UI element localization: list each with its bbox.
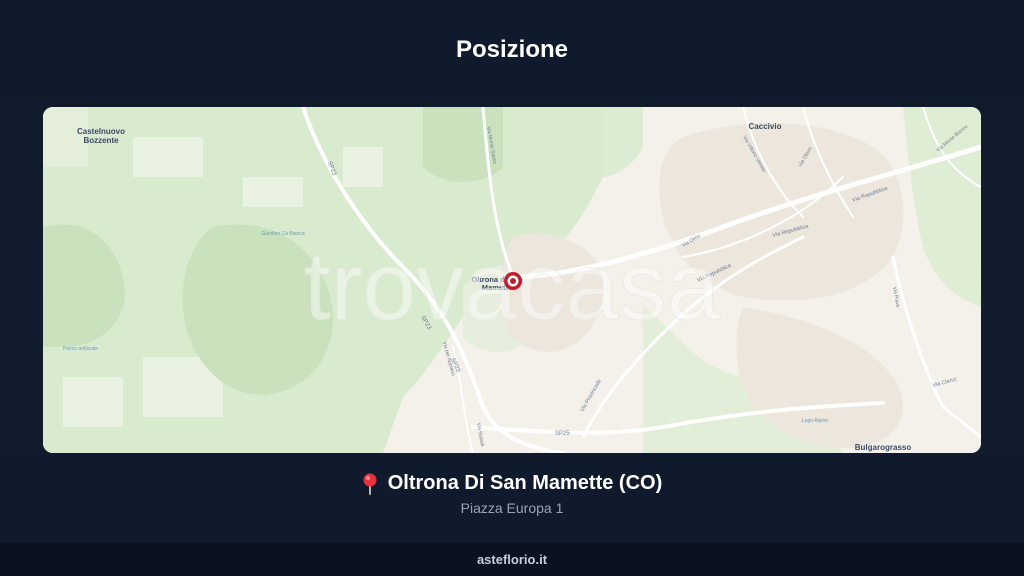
label-caccivio: Caccivio — [749, 122, 782, 131]
label-green-area: Giardino Cà Bianca — [261, 231, 305, 237]
label-castelnuovo-2: Bozzente — [83, 136, 119, 145]
map-pin-icon — [362, 473, 378, 495]
location-header: Oltrona Di San Mamette (CO) — [0, 472, 1024, 500]
label-bulgarograsso: Bulgarograsso — [855, 443, 912, 452]
page-title: Posizione — [455, 36, 569, 63]
location-name: Oltrona Di San Mamette (CO) — [387, 472, 663, 494]
footer-bar: asteflorio.it — [0, 543, 1024, 576]
label-castelnuovo-1: Castelnuovo — [77, 127, 125, 136]
location-address: Piazza Europa 1 — [460, 500, 564, 516]
map-view[interactable]: Castelnuovo Bozzente Caccivio Bulgarogra… — [43, 107, 981, 453]
map-canvas[interactable]: Castelnuovo Bozzente Caccivio Bulgarogra… — [43, 107, 981, 453]
label-lago: Lago Alpino — [802, 418, 828, 424]
location-marker-icon[interactable] — [504, 272, 522, 290]
label-pozzo: Pozzo artificiale — [63, 346, 98, 352]
footer-brand[interactable]: asteflorio.it — [477, 552, 547, 567]
label-sp25: SP25 — [555, 431, 570, 437]
